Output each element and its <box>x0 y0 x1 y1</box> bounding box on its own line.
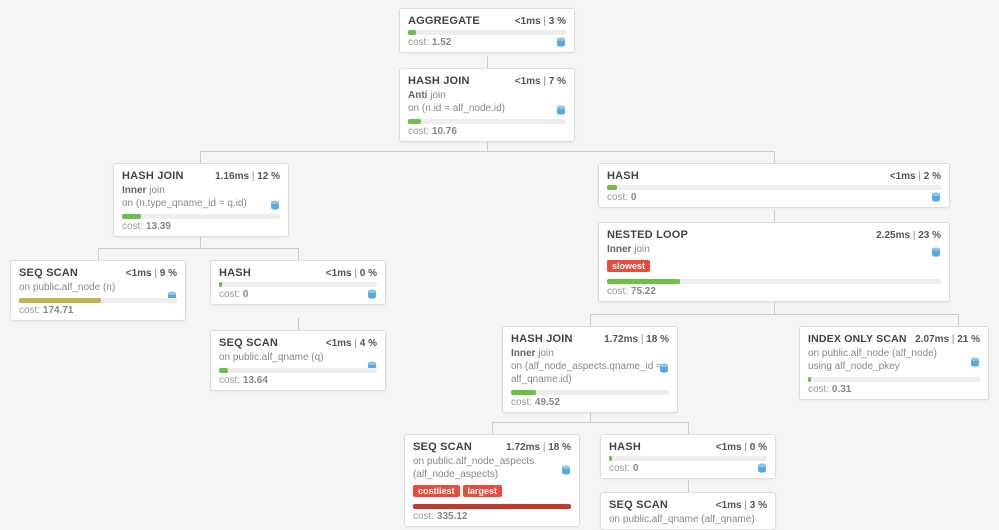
badge-slowest: slowest <box>607 260 650 272</box>
node-detail: on public.alf_node (n) <box>19 281 177 294</box>
node-stats: 1.16ms | 12 % <box>215 171 280 182</box>
progress-bar <box>607 279 941 284</box>
node-stats: <1ms | 4 % <box>326 338 377 349</box>
node-title: INDEX ONLY SCAN <box>808 333 907 345</box>
node-seq-scan-alf-qname-2[interactable]: SEQ SCAN <1ms | 3 % on public.alf_qname … <box>600 492 776 530</box>
cost-label: cost: 0 <box>219 289 377 300</box>
node-title: AGGREGATE <box>408 15 480 27</box>
cost-label: cost: 174.71 <box>19 305 177 316</box>
cost-label: cost: 10.76 <box>408 126 566 137</box>
node-hash-3[interactable]: HASH <1ms | 0 % cost: 0 <box>600 434 776 479</box>
database-icon <box>561 465 571 479</box>
node-title: SEQ SCAN <box>19 267 78 279</box>
node-detail: Inner join <box>607 243 941 256</box>
node-stats: <1ms | 2 % <box>890 171 941 182</box>
node-title: HASH JOIN <box>511 333 573 345</box>
cost-label: cost: 1.52 <box>408 37 566 48</box>
node-title: NESTED LOOP <box>607 229 688 241</box>
progress-bar <box>219 368 377 373</box>
node-title: HASH JOIN <box>122 170 184 182</box>
progress-bar <box>607 185 941 190</box>
database-icon <box>757 463 767 477</box>
database-icon <box>367 289 377 303</box>
node-stats: <1ms | 3 % <box>716 500 767 511</box>
progress-bar <box>413 504 571 509</box>
progress-bar <box>511 390 669 395</box>
node-title: SEQ SCAN <box>413 441 472 453</box>
node-aggregate[interactable]: AGGREGATE <1ms | 3 % cost: 1.52 <box>399 8 575 53</box>
node-stats: 1.72ms | 18 % <box>506 442 571 453</box>
node-title: HASH <box>219 267 251 279</box>
node-stats: 1.72ms | 18 % <box>604 334 669 345</box>
cost-label: cost: 13.39 <box>122 221 280 232</box>
node-seq-scan-alf-qname[interactable]: SEQ SCAN <1ms | 4 % on public.alf_qname … <box>210 330 386 391</box>
database-icon <box>556 105 566 119</box>
node-seq-scan-aspects[interactable]: SEQ SCAN 1.72ms | 18 % on public.alf_nod… <box>404 434 580 527</box>
node-detail: on public.alf_node (alf_node)using alf_n… <box>808 347 980 373</box>
progress-bar <box>408 119 566 124</box>
progress-bar <box>219 282 377 287</box>
node-title: SEQ SCAN <box>219 337 278 349</box>
node-stats: <1ms | 9 % <box>126 268 177 279</box>
cost-label: cost: 0 <box>607 192 941 203</box>
node-stats: 2.07ms | 21 % <box>915 334 980 345</box>
database-icon <box>931 192 941 206</box>
node-title: HASH JOIN <box>408 75 470 87</box>
node-title: HASH <box>607 170 639 182</box>
cost-label: cost: 49.52 <box>511 397 669 408</box>
node-stats: <1ms | 0 % <box>326 268 377 279</box>
cost-label: cost: 0.31 <box>808 384 980 395</box>
cost-label: cost: 0 <box>609 463 767 474</box>
node-stats: <1ms | 7 % <box>515 76 566 87</box>
database-icon <box>931 247 941 261</box>
cost-label: cost: 335.12 <box>413 511 571 522</box>
cost-label: cost: 75.22 <box>607 286 941 297</box>
node-seq-scan-alf-node[interactable]: SEQ SCAN <1ms | 9 % on public.alf_node (… <box>10 260 186 321</box>
node-detail: Inner joinon (alf_node_aspects.qname_id … <box>511 347 669 386</box>
node-title: SEQ SCAN <box>609 499 668 511</box>
node-stats: <1ms | 0 % <box>716 442 767 453</box>
progress-bar <box>808 377 980 382</box>
node-stats: 2.25ms | 23 % <box>876 230 941 241</box>
node-title: HASH <box>609 441 641 453</box>
node-detail: Inner joinon (n.type_qname_id = q.id) <box>122 184 280 210</box>
cost-label: cost: 13.64 <box>219 375 377 386</box>
node-hash-join-inner[interactable]: HASH JOIN 1.16ms | 12 % Inner joinon (n.… <box>113 163 289 237</box>
database-icon <box>659 363 669 377</box>
node-hash-join-aspects[interactable]: HASH JOIN 1.72ms | 18 % Inner joinon (al… <box>502 326 678 413</box>
node-hash-2[interactable]: HASH <1ms | 2 % cost: 0 <box>598 163 950 208</box>
badge-largest: largest <box>463 485 503 497</box>
node-hash-join-anti[interactable]: HASH JOIN <1ms | 7 % Anti joinon (n.id =… <box>399 68 575 142</box>
database-icon <box>970 357 980 371</box>
node-detail: Anti joinon (n.id = alf_node.id) <box>408 89 566 115</box>
database-icon <box>270 200 280 214</box>
progress-bar <box>609 456 767 461</box>
progress-bar <box>122 214 280 219</box>
progress-bar <box>19 298 177 303</box>
node-detail: on public.alf_qname (alf_qname) <box>609 513 767 526</box>
node-nested-loop[interactable]: NESTED LOOP 2.25ms | 23 % Inner join slo… <box>598 222 950 302</box>
progress-bar <box>408 30 566 35</box>
node-stats: <1ms | 3 % <box>515 16 566 27</box>
node-index-only-scan[interactable]: INDEX ONLY SCAN 2.07ms | 21 % on public.… <box>799 326 989 400</box>
node-detail: on public.alf_qname (q) <box>219 351 377 364</box>
badge-costliest: costliest <box>413 485 460 497</box>
database-icon <box>556 37 566 51</box>
node-hash-1[interactable]: HASH <1ms | 0 % cost: 0 <box>210 260 386 305</box>
node-detail: on public.alf_node_aspects (alf_node_asp… <box>413 455 571 481</box>
